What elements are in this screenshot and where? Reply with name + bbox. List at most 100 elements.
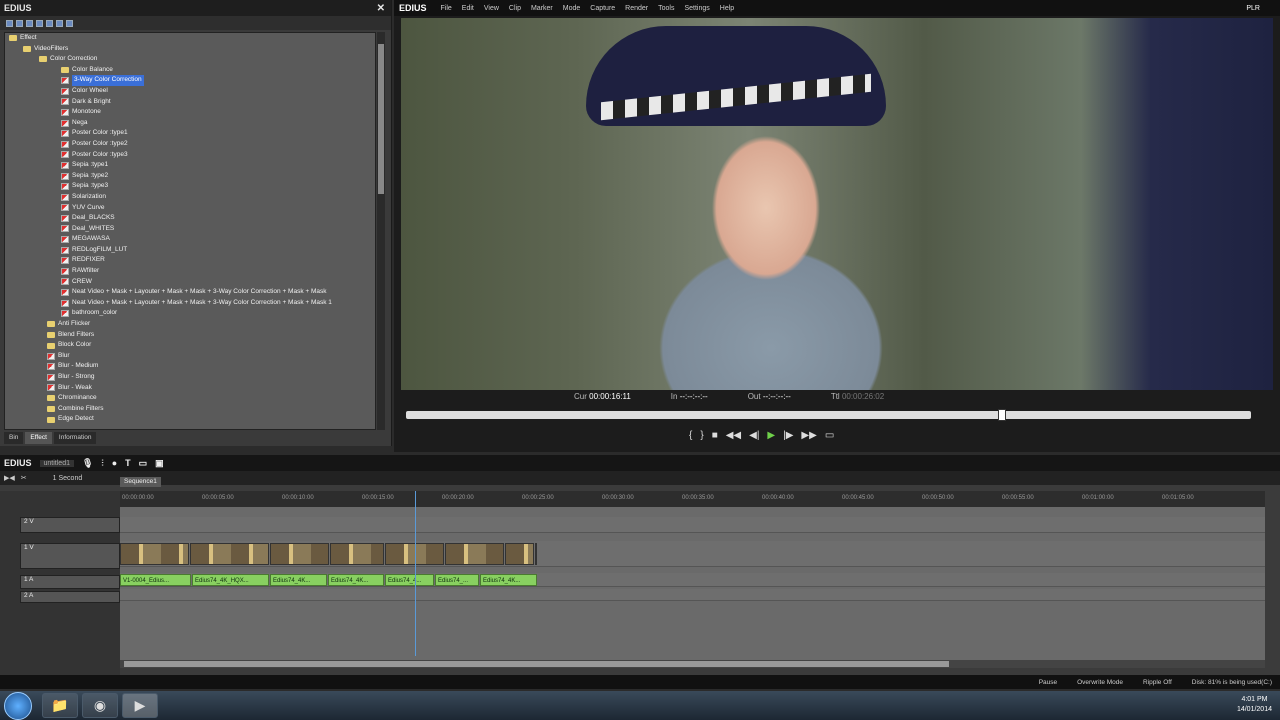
tree-view-icon[interactable]	[6, 19, 13, 27]
effect-item[interactable]: Monotone	[5, 107, 375, 118]
effect-item[interactable]: Poster Color :type2	[5, 139, 375, 150]
menu-tools[interactable]: Tools	[658, 5, 674, 12]
tab-bin[interactable]: Bin	[4, 432, 24, 444]
menu-mode[interactable]: Mode	[563, 5, 581, 12]
fast-forward-button[interactable]: ▶▶	[801, 430, 816, 441]
effect-item[interactable]: Solarization	[5, 192, 375, 203]
list-view-icon[interactable]	[26, 19, 33, 27]
close-icon[interactable]: ✕	[377, 3, 385, 14]
effect-item[interactable]: Sepia :type1	[5, 160, 375, 171]
menu-render[interactable]: Render	[625, 5, 648, 12]
video-clip[interactable]	[330, 543, 384, 565]
effect-item[interactable]: bathroom_color	[5, 308, 375, 319]
effect-item[interactable]: Poster Color :type1	[5, 128, 375, 139]
playhead[interactable]	[415, 491, 416, 656]
title-icon[interactable]: T	[125, 458, 131, 468]
effect-item[interactable]: Neat Video + Mask + Layouter + Mask + Ma…	[5, 298, 375, 309]
menu-settings[interactable]: Settings	[684, 5, 709, 12]
play-button[interactable]: ▶	[767, 430, 775, 441]
effect-item[interactable]: Deal_WHITES	[5, 224, 375, 235]
track-2v[interactable]	[120, 517, 1265, 533]
effect-item[interactable]: Color Balance	[5, 65, 375, 76]
record-icon[interactable]: ●	[112, 458, 117, 468]
audio-clip[interactable]: Edius74_...	[435, 574, 479, 586]
system-clock[interactable]: 4:01 PM 14/01/2014	[1237, 695, 1272, 715]
audio-clip[interactable]: Edius74_4K...	[328, 574, 384, 586]
video-clip[interactable]	[505, 543, 534, 565]
audio-clip[interactable]: Edius74_4K...	[270, 574, 327, 586]
stop-button[interactable]: ■	[712, 430, 718, 441]
timeline-scrollbar[interactable]	[120, 660, 1265, 668]
filter-folder[interactable]: Blur - Weak	[5, 383, 375, 394]
filter-folder[interactable]: Blur	[5, 351, 375, 362]
set-out-icon[interactable]: }	[700, 430, 703, 441]
video-clip[interactable]	[120, 543, 189, 565]
effect-scrollbar[interactable]	[377, 32, 385, 430]
video-clip[interactable]	[445, 543, 504, 565]
menu-edit[interactable]: Edit	[462, 5, 474, 12]
properties-icon[interactable]	[56, 19, 63, 27]
filter-folder[interactable]: Combine Filters	[5, 404, 375, 415]
output-icon[interactable]: ▭	[825, 430, 834, 441]
set-in-icon[interactable]: {	[689, 430, 692, 441]
effect-item[interactable]: Color Wheel	[5, 86, 375, 97]
time-ruler[interactable]: 00:00:00:00 00:00:05:00 00:00:10:00 00:00:1…	[120, 491, 1265, 507]
filter-folder[interactable]: Block Color	[5, 340, 375, 351]
track-header-2a[interactable]: 2 A	[20, 591, 120, 603]
mic-icon[interactable]: 🎙	[82, 458, 93, 469]
detail-view-icon[interactable]	[46, 19, 53, 27]
video-clip[interactable]	[270, 543, 329, 565]
effect-item[interactable]: Deal_BLACKS	[5, 213, 375, 224]
filter-folder[interactable]: Anti Flicker	[5, 319, 375, 330]
effect-item[interactable]: Dark & Bright	[5, 97, 375, 108]
track-header-2v[interactable]: 2 V	[20, 517, 120, 533]
status-overwrite[interactable]: Overwrite Mode	[1077, 679, 1123, 686]
effect-item[interactable]: RAWfilter	[5, 266, 375, 277]
audio-clip[interactable]: Edius74_4K_HQX...	[192, 574, 269, 586]
explorer-icon[interactable]: 📁	[42, 693, 78, 718]
video-clip[interactable]	[535, 543, 537, 565]
status-ripple[interactable]: Ripple Off	[1143, 679, 1172, 686]
effect-item[interactable]: Nega	[5, 118, 375, 129]
scrub-bar[interactable]	[406, 411, 1251, 419]
track-1a[interactable]: V1-0004_Edius... Edius74_4K_HQX... Edius74…	[120, 573, 1265, 587]
cut-icon[interactable]: ✂	[21, 474, 27, 482]
filter-folder[interactable]: Blur - Medium	[5, 361, 375, 372]
effect-item[interactable]: REDLogFILM_LUT	[5, 245, 375, 256]
track-area[interactable]: V1-0004_Edius... Edius74_4K_HQX... Edius74…	[120, 507, 1265, 667]
tab-information[interactable]: Information	[53, 432, 97, 444]
mixer-icon[interactable]: ⫶	[101, 458, 103, 469]
mode-badge[interactable]: PLR	[1246, 5, 1260, 12]
track-1v[interactable]	[120, 541, 1265, 567]
effect-item[interactable]: YUV Curve	[5, 203, 375, 214]
step-back-button[interactable]: ◀|	[749, 430, 759, 441]
effect-item[interactable]: REDFIXER	[5, 255, 375, 266]
render-icon[interactable]: ▣	[155, 458, 164, 469]
filter-folder[interactable]: Edge Detect	[5, 414, 375, 425]
scrub-thumb[interactable]	[998, 409, 1006, 421]
up-folder-icon[interactable]	[16, 19, 23, 27]
menu-clip[interactable]: Clip	[509, 5, 521, 12]
video-clip[interactable]	[190, 543, 269, 565]
track-2a[interactable]	[120, 589, 1265, 601]
filter-folder[interactable]: Chrominance	[5, 393, 375, 404]
audio-clip[interactable]: V1-0004_Edius...	[120, 574, 191, 586]
chrome-icon[interactable]: ◉	[82, 693, 118, 718]
zoom-level[interactable]: 1 Second	[53, 475, 83, 482]
track-header-1a[interactable]: 1 A	[20, 575, 120, 589]
effect-item[interactable]: MEGAWASA	[5, 234, 375, 245]
effect-item[interactable]: Sepia :type3	[5, 181, 375, 192]
effect-item[interactable]: Sepia :type2	[5, 171, 375, 182]
tree-color-correction[interactable]: Color Correction	[5, 54, 375, 65]
effect-item[interactable]: Neat Video + Mask + Layouter + Mask + Ma…	[5, 287, 375, 298]
track-header-1v[interactable]: 1 V	[20, 543, 120, 569]
audio-clip[interactable]: Edius74_4K...	[480, 574, 537, 586]
audio-clip[interactable]: Edius74_4...	[385, 574, 434, 586]
mode-icon[interactable]: ▶◀	[4, 474, 15, 482]
menu-help[interactable]: Help	[720, 5, 734, 12]
effect-item[interactable]: CREW	[5, 277, 375, 288]
rewind-button[interactable]: ◀◀	[726, 430, 741, 441]
export-icon[interactable]: ▭	[139, 458, 148, 469]
tree-video-filters[interactable]: VideoFilters	[5, 44, 375, 55]
effect-tree[interactable]: Effect VideoFilters Color Correction Col…	[4, 32, 376, 430]
